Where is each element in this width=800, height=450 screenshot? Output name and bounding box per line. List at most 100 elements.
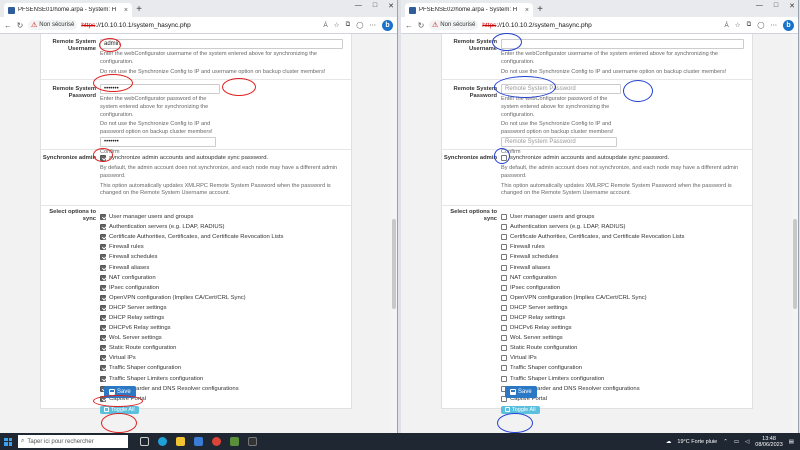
profile-icon[interactable]: ◯ [356, 21, 363, 29]
sync-option-item[interactable]: DHCP Relay settings [501, 313, 744, 323]
security-indicator[interactable]: ⚠ Non sécurisé [28, 20, 78, 30]
sync-option-item[interactable]: Captive Portal [501, 394, 744, 404]
toggle-all-button[interactable]: Toggle All [100, 405, 139, 414]
sync-option-checkbox[interactable] [501, 284, 507, 291]
reload-icon[interactable]: ↻ [16, 21, 24, 30]
sync-option-checkbox[interactable] [501, 264, 507, 271]
file-explorer-icon[interactable] [176, 437, 185, 446]
sync-option-item[interactable]: WoL Server settings [501, 333, 744, 343]
sync-option-checkbox[interactable] [100, 375, 106, 382]
sync-option-checkbox[interactable] [100, 325, 106, 332]
sync-option-checkbox[interactable] [501, 304, 507, 311]
sync-option-checkbox[interactable] [501, 325, 507, 332]
sync-option-item[interactable]: IPsec configuration [501, 283, 744, 293]
sync-option-checkbox[interactable] [100, 355, 106, 362]
sync-option-checkbox[interactable] [100, 264, 106, 271]
scrollbar-thumb[interactable] [793, 219, 797, 309]
collections-icon[interactable]: ⧉ [346, 21, 351, 29]
sync-option-checkbox[interactable] [501, 294, 507, 301]
favorites-icon[interactable]: ☆ [334, 21, 340, 29]
back-icon[interactable]: ← [405, 21, 413, 30]
close-window-icon[interactable]: ✕ [388, 2, 394, 10]
sync-option-checkbox[interactable] [501, 365, 507, 372]
password-input[interactable]: ••••••• [100, 84, 220, 94]
sync-option-checkbox[interactable] [501, 214, 507, 221]
sync-option-item[interactable]: Certificate Authorities, Certificates, a… [501, 232, 744, 242]
sync-option-item[interactable]: User manager users and groups [100, 212, 343, 222]
sync-option-item[interactable]: DHCPv6 Relay settings [100, 323, 343, 333]
sync-option-checkbox[interactable] [100, 304, 106, 311]
minimize-icon[interactable]: — [355, 2, 362, 10]
sync-option-checkbox[interactable] [100, 214, 106, 221]
sync-option-item[interactable]: Firewall aliases [100, 262, 343, 272]
tab-close-icon[interactable]: × [124, 7, 128, 14]
maximize-icon[interactable]: □ [373, 2, 377, 10]
sync-option-item[interactable]: NAT configuration [100, 273, 343, 283]
sync-option-item[interactable]: Traffic Shaper Limiters configuration [501, 374, 744, 384]
sync-option-checkbox[interactable] [100, 254, 106, 261]
sync-option-item[interactable]: User manager users and groups [501, 212, 744, 222]
sync-option-item[interactable]: Authentication servers (e.g. LDAP, RADIU… [100, 222, 343, 232]
more-icon[interactable]: ⋯ [771, 21, 778, 29]
scrollbar-thumb[interactable] [392, 219, 396, 309]
sync-admin-checkbox[interactable] [100, 155, 106, 162]
network-icon[interactable]: ▭ [734, 439, 739, 445]
username-input[interactable]: admin [100, 39, 343, 49]
task-view-icon[interactable] [140, 437, 149, 446]
sync-option-checkbox[interactable] [100, 314, 106, 321]
edge-browser-icon[interactable] [158, 437, 167, 446]
sync-option-item[interactable]: DNS Forwarder and DNS Resolver configura… [100, 384, 343, 394]
sync-option-checkbox[interactable] [501, 244, 507, 251]
sync-option-checkbox[interactable] [100, 345, 106, 352]
password-confirm-input[interactable]: ••••••• [100, 136, 216, 147]
sync-option-checkbox[interactable] [501, 375, 507, 382]
store-icon[interactable] [194, 437, 203, 446]
sync-option-checkbox[interactable] [501, 274, 507, 281]
more-icon[interactable]: ⋯ [370, 21, 377, 29]
sync-admin-checkbox[interactable] [501, 155, 507, 162]
sync-option-item[interactable]: Firewall rules [501, 242, 744, 252]
terminal-icon[interactable] [248, 437, 257, 446]
sync-option-item[interactable]: Authentication servers (e.g. LDAP, RADIU… [501, 222, 744, 232]
sync-option-item[interactable]: Firewall aliases [501, 262, 744, 272]
reload-icon[interactable]: ↻ [417, 21, 425, 30]
url-text[interactable]: https://10.10.10.2/system_hasync.php [482, 22, 720, 29]
new-tab-button[interactable]: + [533, 3, 547, 17]
read-aloud-icon[interactable]: Á [323, 22, 327, 29]
sync-option-item[interactable]: DHCPv6 Relay settings [501, 323, 744, 333]
sync-option-checkbox[interactable] [501, 335, 507, 342]
sync-option-checkbox[interactable] [100, 234, 106, 241]
vertical-scrollbar[interactable] [792, 34, 798, 433]
minimize-icon[interactable]: — [756, 2, 763, 10]
sync-option-checkbox[interactable] [501, 355, 507, 362]
sync-option-checkbox[interactable] [100, 294, 106, 301]
sync-option-item[interactable]: IPsec configuration [100, 283, 343, 293]
username-input[interactable] [501, 39, 744, 49]
sync-option-item[interactable]: Traffic Shaper configuration [100, 363, 343, 373]
bing-icon[interactable]: b [783, 19, 794, 31]
sync-option-item[interactable]: DHCP Relay settings [100, 313, 343, 323]
back-icon[interactable]: ← [4, 21, 12, 30]
sync-option-checkbox[interactable] [501, 224, 507, 231]
sync-option-checkbox[interactable] [100, 244, 106, 251]
taskbar-clock[interactable]: 13:48 08/06/2023 [755, 436, 783, 448]
sync-option-checkbox[interactable] [501, 234, 507, 241]
sync-option-checkbox[interactable] [100, 224, 106, 231]
sync-option-item[interactable]: Firewall rules [100, 242, 343, 252]
new-tab-button[interactable]: + [132, 3, 146, 17]
sync-option-item[interactable]: DHCP Server settings [100, 303, 343, 313]
sync-option-item[interactable]: Captive Portal [100, 394, 343, 404]
password-confirm-input[interactable]: Remote System Password [501, 136, 617, 147]
sync-option-item[interactable]: DNS Forwarder and DNS Resolver configura… [501, 384, 744, 394]
chrome-icon[interactable] [212, 437, 221, 446]
sync-option-item[interactable]: Virtual IPs [501, 353, 744, 363]
sync-option-checkbox[interactable] [501, 345, 507, 352]
sync-option-item[interactable]: WoL Server settings [100, 333, 343, 343]
sync-option-checkbox[interactable] [100, 365, 106, 372]
sync-option-item[interactable]: Firewall schedules [100, 252, 343, 262]
browser-tab[interactable]: PFSENSE01/home.arpa - System: H × [4, 3, 132, 17]
start-button[interactable] [0, 433, 16, 450]
bing-icon[interactable]: b [382, 19, 393, 31]
browser-tab[interactable]: PFSENSE02/home.arpa - System: H × [405, 3, 533, 17]
read-aloud-icon[interactable]: Á [724, 22, 728, 29]
